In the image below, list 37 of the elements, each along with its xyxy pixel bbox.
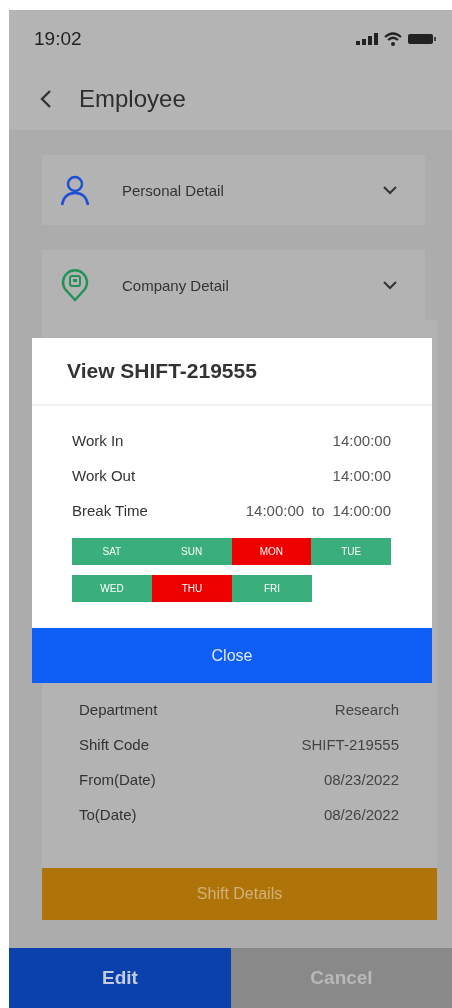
detail-label: Department <box>79 701 158 718</box>
time-value: 14:00:00 <box>332 467 391 484</box>
signal-icon <box>356 33 378 45</box>
day-chip: MON <box>231 538 312 565</box>
dialog-title: View SHIFT-219555 <box>67 359 257 383</box>
day-chip: WED <box>72 575 152 602</box>
time-value: 14:00:00 <box>332 432 391 449</box>
day-chip: TUE <box>311 538 391 565</box>
time-label: Break Time <box>72 502 148 519</box>
battery-icon <box>408 33 436 45</box>
detail-label: Shift Code <box>79 736 150 753</box>
time-value: 14:00:00 <box>332 502 391 519</box>
time-value: 14:00:00 <box>245 502 305 519</box>
wifi-icon <box>384 32 402 46</box>
day-chip: SAT <box>72 538 152 565</box>
time-label: Work In <box>72 432 124 449</box>
close-button[interactable]: Close <box>32 628 432 683</box>
detail-value: 08/23/2022 <box>323 771 399 788</box>
range-separator: to <box>312 502 325 519</box>
accordion-header[interactable]: Company Detail <box>42 250 425 320</box>
person-icon <box>58 173 92 207</box>
section-label: Company Detail <box>122 276 230 294</box>
day-chip: FRI <box>232 575 312 602</box>
detail-value: 08/26/2022 <box>323 806 399 823</box>
detail-label: To(Date) <box>79 806 137 823</box>
section-label: Personal Detail <box>122 181 225 199</box>
detail-value: Research <box>334 701 399 718</box>
accordion-header[interactable]: Personal Detail <box>42 155 425 225</box>
day-chip: THU <box>152 575 232 602</box>
detail-label: From(Date) <box>79 771 156 788</box>
status-time: 19:02 <box>34 28 82 50</box>
edit-button[interactable]: Edit <box>9 948 231 1008</box>
page-title: Employee <box>79 85 186 113</box>
back-icon[interactable] <box>39 89 53 109</box>
detail-value: SHIFT-219555 <box>301 736 399 753</box>
day-chip: SUN <box>151 538 232 565</box>
time-label: Work Out <box>72 467 136 484</box>
